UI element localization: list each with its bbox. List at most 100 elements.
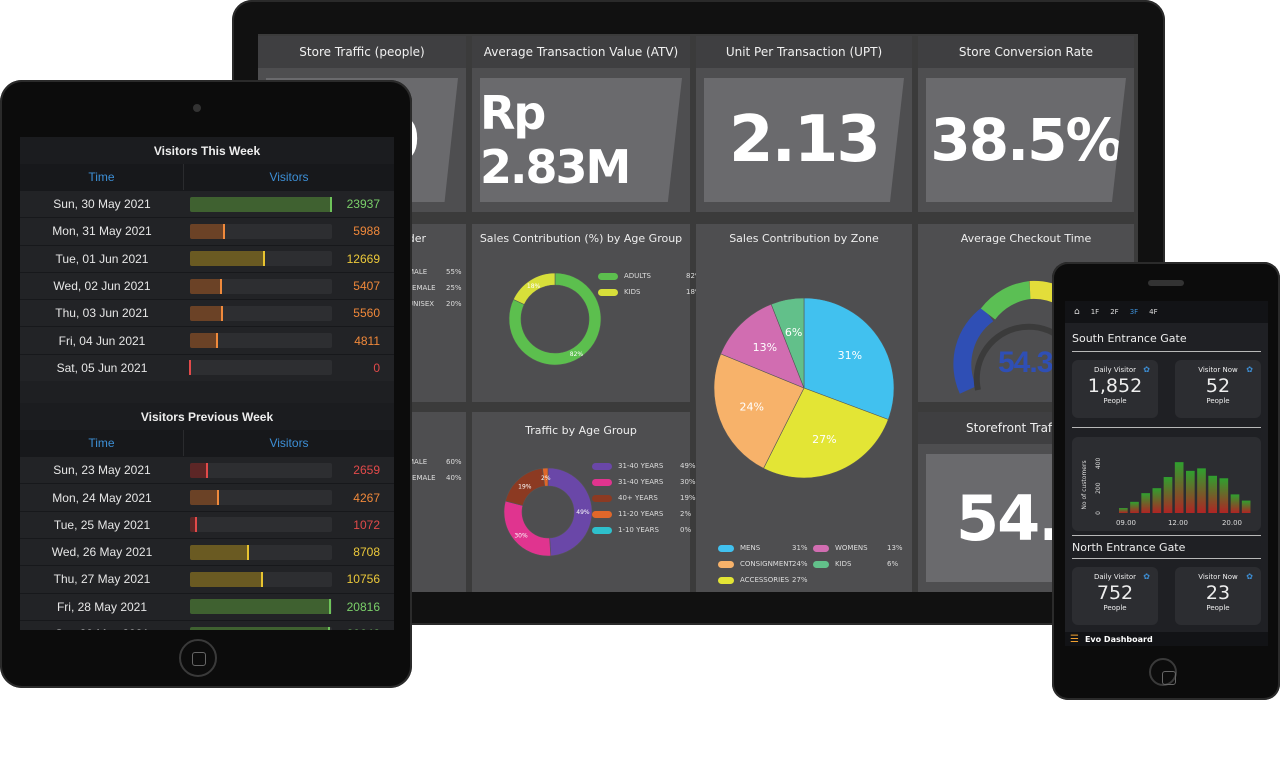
visitor-bar-fill — [190, 278, 222, 294]
stat-unit: People — [1103, 604, 1127, 612]
legend-value: 25% — [446, 284, 462, 292]
legend-value: 27% — [792, 576, 808, 584]
legend-swatch — [813, 560, 829, 568]
table-row[interactable]: Sun, 30 May 2021 23937 — [20, 190, 394, 218]
gender2-legend: MALE 60% FEMALE 40% — [408, 454, 462, 486]
slice-label: 31% — [838, 349, 862, 362]
legend-value: 24% — [792, 560, 808, 568]
table-row[interactable]: Mon, 31 May 2021 5988 — [20, 217, 394, 245]
legend-item: KIDS 18% — [598, 284, 702, 300]
table-row[interactable]: Sat, 05 Jun 2021 0 — [20, 353, 394, 382]
visitor-bar-fill — [190, 599, 331, 615]
home-button[interactable] — [179, 639, 217, 677]
stat-value: 23 — [1205, 582, 1231, 604]
legend-item: 31-40 YEARS 49% — [592, 458, 696, 474]
slice-label: 24% — [740, 401, 764, 414]
prev-week-rows: Sun, 23 May 2021 2659 Mon, 24 May 2021 4267… — [20, 456, 394, 630]
table-row[interactable]: Tue, 01 Jun 2021 12669 — [20, 244, 394, 272]
stat-value: 52 — [1205, 375, 1231, 397]
prev-week-header: Time Visitors — [20, 430, 394, 457]
tab-4f[interactable]: 4F — [1149, 308, 1157, 316]
tab-1f[interactable]: 1F — [1091, 308, 1099, 316]
row-visitors: 5407 — [353, 279, 380, 294]
legend-value: 2% — [680, 510, 692, 518]
zone-sales-panel: Sales Contribution by Zone 31% 27% 24% 13% 6… — [696, 224, 912, 592]
column-header-visitors[interactable]: Visitors — [184, 164, 394, 190]
table-row[interactable]: Wed, 02 Jun 2021 5407 — [20, 271, 394, 300]
legend-label: 31-40 YEARS — [618, 462, 664, 470]
bar — [1152, 488, 1162, 513]
tab-3f[interactable]: 3F — [1130, 308, 1138, 316]
table-row[interactable]: Thu, 27 May 2021 10756 — [20, 565, 394, 593]
this-week-rows: Sun, 30 May 2021 23937 Mon, 31 May 2021 598… — [20, 190, 394, 382]
prev-week-title: Visitors Previous Week — [20, 403, 394, 431]
column-header-time[interactable]: Time — [20, 164, 184, 190]
kpi-title: Unit Per Transaction (UPT) — [696, 36, 912, 68]
visitor-bar — [190, 251, 332, 267]
speaker-icon — [1148, 280, 1184, 286]
legend-label: UNISEX — [408, 300, 435, 308]
runner-icon: ✿ — [1246, 572, 1253, 581]
x-tick-label: 09.00 — [1116, 519, 1136, 527]
legend-label: CONSIGNMENT — [740, 560, 793, 568]
table-row[interactable]: Sun, 23 May 2021 2659 — [20, 456, 394, 484]
app-footer: ☰ Evo Dashboard — [1065, 632, 1268, 646]
traffic-age-panel: Traffic by Age Group 49% 30% 19% 2% 31-40 Y… — [472, 412, 696, 592]
visitor-bar — [190, 333, 332, 349]
visitor-bar — [190, 571, 332, 587]
stat-unit: People — [1206, 397, 1230, 405]
app-name: Evo Dashboard — [1084, 634, 1153, 644]
traffic-age-donut: 49% 30% 19% 2% — [503, 467, 593, 557]
slice-label: 6% — [785, 326, 802, 339]
table-row[interactable]: Wed, 26 May 2021 8708 — [20, 537, 394, 566]
zone-sales-pie: 31% 27% 24% 13% 6% — [713, 297, 895, 479]
visitor-bar-fill — [190, 517, 198, 533]
visitor-bar-fill — [190, 490, 219, 506]
legend-swatch — [592, 462, 612, 470]
floor-tabs: ⌂ 1F 2F 3F 4F — [1065, 301, 1268, 323]
tab-2f[interactable]: 2F — [1110, 308, 1118, 316]
phone-screen: ⌂ 1F 2F 3F 4F South Entrance Gate ✿ Dail… — [1065, 301, 1268, 646]
legend-label: FEMALE — [408, 284, 436, 292]
slice-label: 30% — [514, 532, 528, 539]
column-header-visitors[interactable]: Visitors — [184, 430, 394, 456]
slice-label: 49% — [576, 509, 590, 516]
row-date: Sat, 29 May 2021 — [20, 627, 184, 630]
home-button[interactable] — [1149, 658, 1177, 686]
stat-unit: People — [1103, 397, 1127, 405]
age-sales-legend: ADULTS 82% KIDS 18% — [598, 268, 702, 300]
south-stats: ✿ Daily Visitor 1,852 People ✿ Visitor N… — [1065, 352, 1268, 418]
chart-title: Sales Contribution by Zone — [729, 232, 879, 245]
row-visitors: 1072 — [353, 517, 380, 532]
table-row[interactable]: Sat, 29 May 2021 20642 — [20, 619, 394, 630]
bar — [1230, 494, 1240, 513]
legend-swatch — [598, 272, 618, 280]
kpi-value: 2.13 — [704, 78, 904, 202]
column-header-time[interactable]: Time — [20, 430, 184, 457]
visitor-bar — [190, 196, 332, 212]
visitor-bar — [190, 223, 332, 239]
age-sales-panel: Sales Contribution (%) by Age Group 82% 1… — [472, 224, 702, 402]
camera-icon — [193, 104, 201, 112]
legend-label: ACCESSORIES — [740, 576, 790, 584]
table-row[interactable]: Mon, 24 May 2021 4267 — [20, 483, 394, 511]
table-row[interactable]: Thu, 03 Jun 2021 5560 — [20, 299, 394, 327]
visitor-bar — [190, 305, 332, 321]
this-week-header: Time Visitors — [20, 164, 394, 190]
visitor-bar — [190, 278, 332, 294]
slice-label: 2% — [541, 475, 551, 482]
menu-icon[interactable]: ☰ — [1070, 634, 1079, 645]
legend-label: 1-10 YEARS — [618, 526, 659, 534]
tablet-screen: Visitors This Week Time Visitors Sun, 30… — [20, 137, 394, 630]
row-visitors: 20642 — [332, 627, 394, 630]
visitor-bar-fill — [190, 571, 263, 587]
home-icon[interactable]: ⌂ — [1074, 307, 1080, 317]
visitor-bar — [190, 599, 332, 615]
table-row[interactable]: Fri, 04 Jun 2021 4811 — [20, 326, 394, 354]
traffic-age-legend: 31-40 YEARS 49% 31-40 YEARS 30% 40+ YEARS 19%… — [592, 458, 696, 538]
table-row[interactable]: Tue, 25 May 2021 1072 — [20, 510, 394, 538]
legend-label: 11-20 YEARS — [618, 510, 664, 518]
stat-value: 1,852 — [1087, 375, 1143, 397]
legend-value: 0% — [680, 526, 692, 534]
table-row[interactable]: Fri, 28 May 2021 20816 — [20, 592, 394, 620]
